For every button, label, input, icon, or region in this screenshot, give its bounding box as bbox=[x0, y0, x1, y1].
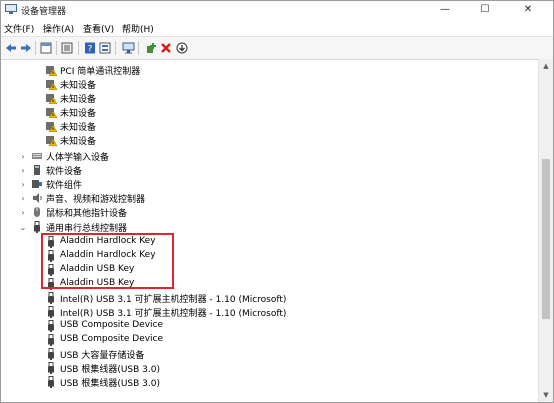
tree-item-usb-device[interactable]: USB 根集线器(USB 3.0) bbox=[1, 375, 521, 389]
window-title: 设备管理器 bbox=[21, 7, 67, 17]
tree-item-usb-device[interactable]: USB Composite Device bbox=[1, 319, 521, 333]
toolbar-separator bbox=[78, 41, 79, 55]
svg-text:?: ? bbox=[88, 45, 93, 55]
hid-icon bbox=[32, 153, 42, 159]
scroll-up-icon[interactable]: ▲ bbox=[539, 59, 553, 73]
expand-chevron-icon[interactable]: › bbox=[18, 151, 28, 161]
device-tree: PCI 简单通讯控制器 未知设备 未知设备 未知设备 未知设备 未知设备 › 人… bbox=[1, 59, 538, 402]
toolbar-separator bbox=[56, 41, 57, 55]
scroll-down-icon[interactable]: ▼ bbox=[539, 388, 553, 402]
tree-item-usb-device[interactable]: USB 根集线器(USB 3.0) bbox=[1, 361, 521, 375]
menu-file[interactable]: 文件(F) bbox=[4, 22, 34, 35]
usb-icon bbox=[48, 320, 54, 332]
expand-chevron-icon[interactable]: › bbox=[18, 179, 28, 189]
tree-item-unknown-device[interactable]: 未知设备 bbox=[1, 91, 521, 105]
maximize-button[interactable]: ☐ bbox=[465, 1, 505, 17]
warning-device-icon bbox=[46, 94, 57, 104]
download-icon[interactable] bbox=[175, 41, 189, 55]
usb-icon bbox=[48, 348, 54, 360]
menu-action[interactable]: 操作(A) bbox=[43, 22, 74, 35]
forward-icon[interactable] bbox=[19, 41, 33, 55]
tree-item-usb-device[interactable]: Intel(R) USB 3.1 可扩展主机控制器 - 1.10 (Micros… bbox=[1, 305, 521, 319]
monitor-icon[interactable] bbox=[121, 41, 135, 55]
toolbar: ? bbox=[1, 36, 553, 60]
tree-category-software-devices[interactable]: › 软件设备 bbox=[1, 163, 521, 177]
tree-item-unknown-device[interactable]: 未知设备 bbox=[1, 133, 521, 147]
tree-item-unknown-device[interactable]: 未知设备 bbox=[1, 105, 521, 119]
warning-device-icon bbox=[46, 108, 57, 118]
device-manager-window: 设备管理器 — ☐ ✕ 文件(F) 操作(A) 查看(V) 帮助(H) ? PC… bbox=[0, 0, 554, 403]
expand-chevron-icon[interactable]: › bbox=[18, 207, 28, 217]
tree-category-sound-video[interactable]: › 声音、视频和游戏控制器 bbox=[1, 191, 521, 205]
highlight-box bbox=[41, 233, 174, 289]
back-icon[interactable] bbox=[4, 41, 18, 55]
menu-bar: 文件(F) 操作(A) 查看(V) 帮助(H) bbox=[1, 19, 553, 35]
usb-icon bbox=[34, 221, 40, 233]
usb-icon bbox=[48, 306, 54, 318]
mouse-icon bbox=[34, 207, 40, 217]
warning-device-icon bbox=[46, 80, 57, 90]
close-button[interactable]: ✕ bbox=[508, 1, 548, 17]
toolbar-separator bbox=[115, 41, 116, 55]
tree-item-usb-device[interactable]: USB Composite Device bbox=[1, 333, 521, 347]
tree-category-mouse[interactable]: › 鼠标和其他指针设备 bbox=[1, 205, 521, 219]
uninstall-icon[interactable] bbox=[159, 41, 173, 55]
scrollbar-thumb[interactable] bbox=[542, 159, 550, 319]
device-manager-icon bbox=[5, 4, 17, 14]
collapse-chevron-icon[interactable]: ⌄ bbox=[18, 222, 28, 232]
details-icon[interactable] bbox=[98, 41, 112, 55]
warning-device-icon bbox=[46, 122, 57, 132]
expand-chevron-icon[interactable]: › bbox=[18, 193, 28, 203]
toolbar-separator bbox=[138, 41, 139, 55]
tree-item-unknown-device[interactable]: 未知设备 bbox=[1, 119, 521, 133]
tree-category-software-components[interactable]: › 软件组件 bbox=[1, 177, 521, 192]
tree-item-unknown-device[interactable]: 未知设备 bbox=[1, 77, 521, 91]
add-driver-icon[interactable] bbox=[144, 41, 158, 55]
usb-icon bbox=[48, 376, 54, 388]
tree-item-usb-device[interactable]: USB 大容量存储设备 bbox=[1, 347, 521, 361]
menu-view[interactable]: 查看(V) bbox=[83, 22, 114, 35]
minimize-button[interactable]: — bbox=[425, 1, 465, 17]
expand-chevron-icon[interactable]: › bbox=[18, 165, 28, 175]
view-icon[interactable] bbox=[60, 41, 74, 55]
usb-icon bbox=[48, 362, 54, 374]
title-bar: 设备管理器 — ☐ ✕ bbox=[1, 1, 553, 19]
software-component-icon bbox=[32, 180, 42, 188]
tree-item-pci-controller[interactable]: PCI 简单通讯控制器 bbox=[1, 63, 521, 77]
toolbar-separator bbox=[35, 41, 36, 55]
warning-device-icon bbox=[46, 66, 57, 76]
vertical-scrollbar[interactable]: ▲ ▼ bbox=[538, 59, 553, 402]
speaker-icon bbox=[33, 193, 42, 203]
usb-icon bbox=[48, 334, 54, 346]
tree-item-usb-device[interactable]: Intel(R) USB 3.1 可扩展主机控制器 - 1.10 (Micros… bbox=[1, 291, 521, 305]
usb-icon bbox=[48, 292, 54, 304]
tree-category-hid[interactable]: › 人体学输入设备 bbox=[1, 149, 521, 164]
help-icon[interactable]: ? bbox=[83, 41, 97, 55]
warning-device-icon bbox=[46, 136, 57, 146]
menu-help[interactable]: 帮助(H) bbox=[122, 22, 154, 35]
tree-category-usb-controllers[interactable]: ⌄ 通用串行总线控制器 bbox=[1, 220, 521, 234]
software-device-icon bbox=[34, 165, 40, 175]
properties-icon[interactable] bbox=[39, 41, 53, 55]
